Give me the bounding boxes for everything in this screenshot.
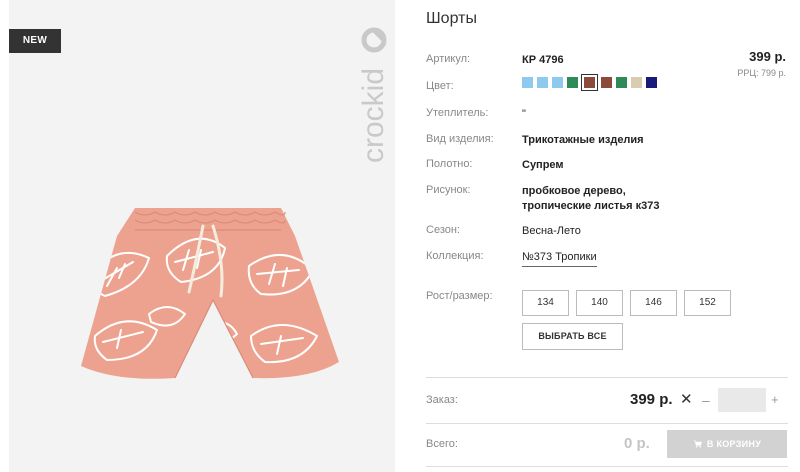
collection-link[interactable]: №373 Тропики (522, 251, 597, 267)
fabric-value: Супрем (522, 159, 564, 171)
color-swatch[interactable] (646, 77, 657, 88)
svg-text:crockid: crockid (357, 68, 390, 163)
quantity-plus-button[interactable]: + (771, 392, 779, 407)
total-label: Всего: (426, 438, 458, 450)
type-value: Трикотажные изделия (522, 134, 644, 146)
pattern-value-line2: тропические листья к373 (522, 200, 660, 212)
color-swatch[interactable] (581, 74, 598, 91)
order-price: 399 р. (630, 391, 673, 408)
color-swatch[interactable] (616, 77, 627, 88)
type-label: Вид изделия: (426, 133, 494, 145)
article-value: КР 4796 (522, 54, 564, 66)
color-swatch[interactable] (631, 77, 642, 88)
color-swatch[interactable] (552, 77, 563, 88)
product-title: Шорты (426, 10, 477, 27)
multiply-icon: ✕ (680, 391, 693, 408)
shorts-image (81, 208, 339, 379)
collection-value: №373 Тропики (522, 250, 597, 267)
color-label: Цвет: (426, 80, 454, 92)
pattern-value-line1: пробковое дерево, (522, 185, 626, 197)
crockid-logo: crockid (357, 27, 390, 163)
product-info: Шорты 399 р. РРЦ: 799 р. Артикул: КР 479… (426, 0, 800, 472)
season-label: Сезон: (426, 224, 460, 236)
quantity-minus-button[interactable]: – (702, 392, 710, 408)
recommended-price: РРЦ: 799 р. (737, 68, 786, 78)
color-swatch[interactable] (537, 77, 548, 88)
fabric-label: Полотно: (426, 158, 473, 170)
color-swatch[interactable] (567, 77, 578, 88)
new-badge: NEW (9, 29, 61, 53)
price-block: 399 р. РРЦ: 799 р. (737, 49, 786, 78)
total-price: 0 р. (624, 435, 650, 452)
add-to-cart-label: В КОРЗИНУ (706, 439, 762, 449)
quantity-input[interactable] (718, 388, 766, 412)
color-swatch[interactable] (601, 77, 612, 88)
color-swatch[interactable] (522, 77, 533, 88)
pattern-label: Рисунок: (426, 184, 471, 196)
size-button-140[interactable]: 140 (576, 290, 623, 316)
select-all-button[interactable]: ВЫБРАТЬ ВСЕ (522, 323, 623, 350)
collection-label: Коллекция: (426, 250, 484, 262)
size-button-152[interactable]: 152 (684, 290, 731, 316)
price: 399 р. (749, 49, 786, 64)
product-gallery: NEW crockid (9, 0, 395, 472)
total-divider (426, 423, 788, 424)
cart-icon (693, 440, 702, 448)
size-label: Рост/размер: (426, 290, 493, 302)
size-button-134[interactable]: 134 (522, 290, 569, 316)
pattern-value: пробковое дерево, тропические листья к37… (522, 184, 660, 214)
order-divider (426, 377, 788, 378)
size-button-146[interactable]: 146 (630, 290, 677, 316)
insulation-value: " (522, 108, 526, 120)
order-label: Заказ: (426, 394, 458, 406)
color-swatches (522, 74, 657, 91)
add-to-cart-button[interactable]: В КОРЗИНУ (667, 430, 787, 458)
season-value: Весна-Лето (522, 225, 581, 237)
article-label: Артикул: (426, 53, 471, 65)
bottom-divider (426, 466, 788, 467)
insulation-label: Утеплитель: (426, 107, 489, 119)
